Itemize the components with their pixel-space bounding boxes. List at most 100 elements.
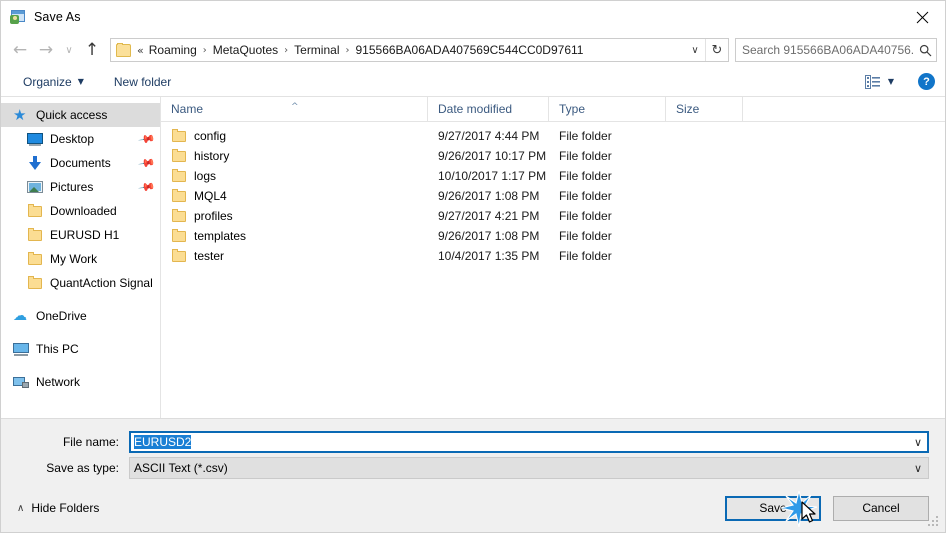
dialog-footer: ∧ Hide Folders Save Cancel — [1, 484, 945, 532]
hide-folders-label: Hide Folders — [31, 501, 100, 515]
save-as-type-select[interactable]: ASCII Text (*.csv) ∨ — [129, 457, 929, 479]
window-title: Save As — [34, 10, 81, 24]
back-button[interactable]: ← — [7, 37, 33, 63]
breadcrumb-item-folder-id[interactable]: 915566BA06ADA407569C544CC0D97611 — [353, 41, 587, 59]
up-button[interactable]: ↑ — [79, 37, 105, 63]
organize-button[interactable]: Organize ▼ — [15, 71, 92, 93]
breadcrumb-item-metaquotes[interactable]: MetaQuotes — [210, 41, 281, 59]
folder-icon — [171, 188, 187, 204]
new-folder-button[interactable]: New folder — [106, 71, 179, 93]
column-header-label: Name — [171, 102, 204, 116]
pin-icon: 📌 — [137, 177, 157, 197]
folder-icon — [171, 168, 187, 184]
search-box[interactable]: Search 915566BA06ADA40756... — [735, 38, 937, 62]
folder-icon — [171, 128, 187, 144]
column-header-type[interactable]: Type — [549, 97, 666, 121]
table-row[interactable]: profiles 9/27/2017 4:21 PM File folder — [161, 206, 945, 226]
desktop-icon — [27, 131, 43, 147]
sidebar-item-label: My Work — [50, 252, 98, 266]
folder-icon — [171, 228, 187, 244]
column-header-name[interactable]: Name ^ — [161, 97, 428, 121]
file-name-label: history — [194, 149, 230, 163]
sidebar-item-pictures[interactable]: Pictures 📌 — [1, 175, 160, 199]
sidebar-item-network[interactable]: Network — [1, 370, 160, 394]
folder-icon — [171, 248, 187, 264]
sidebar-item-label: Network — [36, 375, 81, 389]
folder-icon — [171, 208, 187, 224]
recent-locations-button[interactable]: ∨ — [59, 37, 79, 63]
file-name-row: File name: EURUSD2 ∨ — [17, 431, 929, 453]
refresh-button[interactable]: ↻ — [705, 39, 728, 61]
sidebar-item-onedrive[interactable]: ☁ OneDrive — [1, 304, 160, 328]
sidebar-item-my-work[interactable]: My Work — [1, 247, 160, 271]
navigation-bar: ← → ∨ ↑ « Roaming › MetaQuotes › Termina… — [1, 33, 945, 67]
sidebar-item-documents[interactable]: Documents 📌 — [1, 151, 160, 175]
resize-grip[interactable] — [928, 516, 940, 528]
sidebar-item-label: Pictures — [50, 180, 94, 194]
forward-button[interactable]: → — [33, 37, 59, 63]
breadcrumb-item-roaming[interactable]: Roaming — [146, 41, 200, 59]
file-name-label: config — [194, 129, 227, 143]
column-header-date-modified[interactable]: Date modified — [428, 97, 549, 121]
file-name-cell: logs — [161, 168, 428, 184]
breadcrumb-overflow-icon[interactable]: « — [135, 44, 146, 57]
sidebar-item-quick-access[interactable]: ★ Quick access — [1, 103, 160, 127]
file-name-label: templates — [194, 229, 247, 243]
sidebar-item-label: Desktop — [50, 132, 95, 146]
chevron-up-icon: ∧ — [17, 502, 25, 514]
save-as-dialog: Save As ← → ∨ ↑ « Roaming › MetaQuotes ›… — [0, 0, 946, 533]
chevron-down-icon: ▼ — [77, 77, 84, 86]
file-type-cell: File folder — [559, 249, 612, 263]
address-dropdown-button[interactable]: ∨ — [685, 39, 705, 61]
table-row[interactable]: history 9/26/2017 10:17 PM File folder — [161, 146, 945, 166]
column-headers: Name ^ Date modified Type Size — [161, 97, 945, 122]
sidebar-item-label: Documents — [50, 156, 111, 170]
sidebar-item-downloaded[interactable]: Downloaded — [1, 199, 160, 223]
address-bar[interactable]: « Roaming › MetaQuotes › Terminal › 9155… — [110, 38, 729, 62]
folder-icon — [27, 203, 43, 219]
file-name-label: logs — [194, 169, 217, 183]
table-row[interactable]: config 9/27/2017 4:44 PM File folder — [161, 126, 945, 146]
chevron-down-icon[interactable]: ▼ — [886, 77, 902, 86]
file-name-input[interactable]: EURUSD2 ∨ — [129, 431, 929, 453]
table-row[interactable]: MQL4 9/26/2017 1:08 PM File folder — [161, 186, 945, 206]
change-view-button[interactable] — [862, 73, 884, 91]
help-button[interactable]: ? — [918, 73, 935, 90]
sidebar-item-desktop[interactable]: Desktop 📌 — [1, 127, 160, 151]
sidebar-item-this-pc[interactable]: This PC — [1, 337, 160, 361]
cancel-label: Cancel — [862, 501, 900, 515]
search-input[interactable]: Search 915566BA06ADA40756... — [736, 43, 914, 57]
file-name-cell: templates — [161, 228, 428, 244]
title-bar: Save As — [1, 1, 945, 33]
file-name-selected-text: EURUSD2 — [134, 435, 192, 449]
file-name-label: profiles — [194, 209, 233, 223]
table-row[interactable]: templates 9/26/2017 1:08 PM File folder — [161, 226, 945, 246]
sidebar-item-eurusd-h1[interactable]: EURUSD H1 — [1, 223, 160, 247]
refresh-icon: ↻ — [711, 42, 723, 58]
toolbar-right-group: ▼ ? — [862, 73, 935, 91]
save-label: Save — [759, 501, 787, 515]
breadcrumb-separator-icon: › — [202, 44, 207, 56]
hide-folders-button[interactable]: ∧ Hide Folders — [11, 501, 99, 515]
close-icon[interactable] — [899, 1, 945, 33]
folder-icon — [27, 275, 43, 291]
column-header-size[interactable]: Size — [666, 97, 743, 121]
sidebar-item-label: Downloaded — [50, 204, 117, 218]
cancel-button[interactable]: Cancel — [833, 495, 929, 521]
documents-icon — [27, 155, 43, 171]
sidebar-item-quantaction-signal[interactable]: QuantAction Signal — [1, 271, 160, 295]
folder-icon — [171, 148, 187, 164]
file-name-label: MQL4 — [194, 189, 227, 203]
pictures-icon — [27, 179, 43, 195]
chevron-down-icon[interactable]: ∨ — [908, 462, 928, 475]
save-form: File name: EURUSD2 ∨ Save as type: ASCII… — [1, 418, 945, 484]
chevron-down-icon[interactable]: ∨ — [908, 436, 928, 449]
table-row[interactable]: tester 10/4/2017 1:35 PM File folder — [161, 246, 945, 266]
breadcrumb-separator-icon: › — [345, 44, 350, 56]
table-row[interactable]: logs 10/10/2017 1:17 PM File folder — [161, 166, 945, 186]
folder-icon — [27, 227, 43, 243]
save-button[interactable]: Save — [725, 495, 821, 521]
back-icon: ← — [12, 39, 28, 60]
file-name-value[interactable]: EURUSD2 — [130, 435, 908, 449]
breadcrumb-item-terminal[interactable]: Terminal — [291, 41, 342, 59]
